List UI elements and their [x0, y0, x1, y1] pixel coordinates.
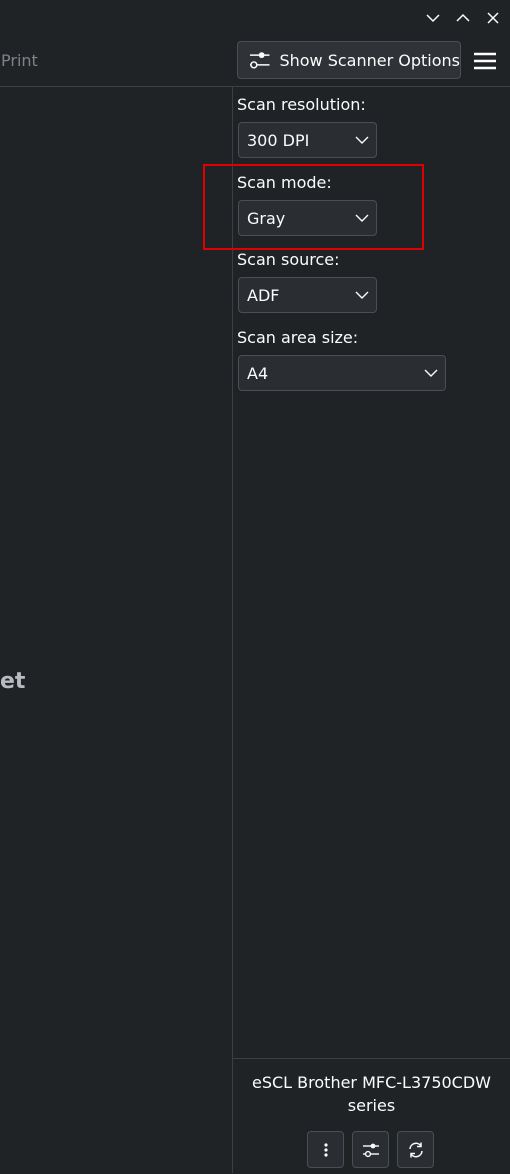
preview-placeholder-text: et	[0, 669, 26, 694]
sliders-icon	[362, 1143, 379, 1157]
kebab-menu-icon	[323, 1142, 328, 1157]
scan-resolution-value: 300 DPI	[247, 131, 310, 150]
toolbar: Print Show Scanner Options	[0, 36, 510, 87]
scan-mode-label: Scan mode:	[237, 173, 332, 192]
sliders-icon	[249, 52, 270, 69]
close-icon	[487, 12, 499, 24]
close-button[interactable]	[481, 6, 505, 30]
preview-pane: et	[0, 87, 233, 1173]
scan-area-size-value: A4	[247, 364, 269, 383]
chevron-up-icon	[456, 13, 470, 22]
title-bar	[0, 0, 510, 36]
maximize-button[interactable]	[451, 6, 475, 30]
show-scanner-options-button[interactable]: Show Scanner Options	[237, 41, 461, 79]
scan-resolution-select[interactable]: 300 DPI	[238, 122, 377, 158]
chevron-down-icon	[426, 14, 440, 23]
show-scanner-options-label: Show Scanner Options	[279, 50, 460, 70]
scanner-settings-button[interactable]	[352, 1131, 389, 1168]
chevron-down-icon	[355, 136, 369, 144]
minimize-button[interactable]	[421, 6, 445, 30]
more-options-button[interactable]	[307, 1131, 344, 1168]
print-tab-label[interactable]: Print	[1, 51, 38, 70]
scan-source-value: ADF	[247, 286, 280, 305]
scan-source-select[interactable]: ADF	[238, 277, 377, 313]
chevron-down-icon	[424, 369, 438, 377]
refresh-button[interactable]	[397, 1131, 434, 1168]
scanner-options-pane: Scan resolution: 300 DPI Scan mode: Gray…	[203, 87, 510, 1174]
main-menu-button[interactable]	[470, 46, 500, 76]
chevron-down-icon	[355, 291, 369, 299]
scan-area-size-select[interactable]: A4	[238, 355, 446, 391]
refresh-icon	[408, 1142, 423, 1157]
scan-mode-select[interactable]: Gray	[238, 200, 377, 236]
scan-resolution-label: Scan resolution:	[237, 95, 366, 114]
scan-source-label: Scan source:	[237, 250, 340, 269]
chevron-down-icon	[355, 214, 369, 222]
scan-mode-value: Gray	[247, 209, 286, 228]
scan-area-size-label: Scan area size:	[237, 328, 359, 347]
device-footer: eSCL Brother MFC-L3750CDW series	[233, 1058, 510, 1174]
device-name: eSCL Brother MFC-L3750CDW series	[252, 1073, 491, 1115]
hamburger-menu-icon	[474, 52, 496, 70]
